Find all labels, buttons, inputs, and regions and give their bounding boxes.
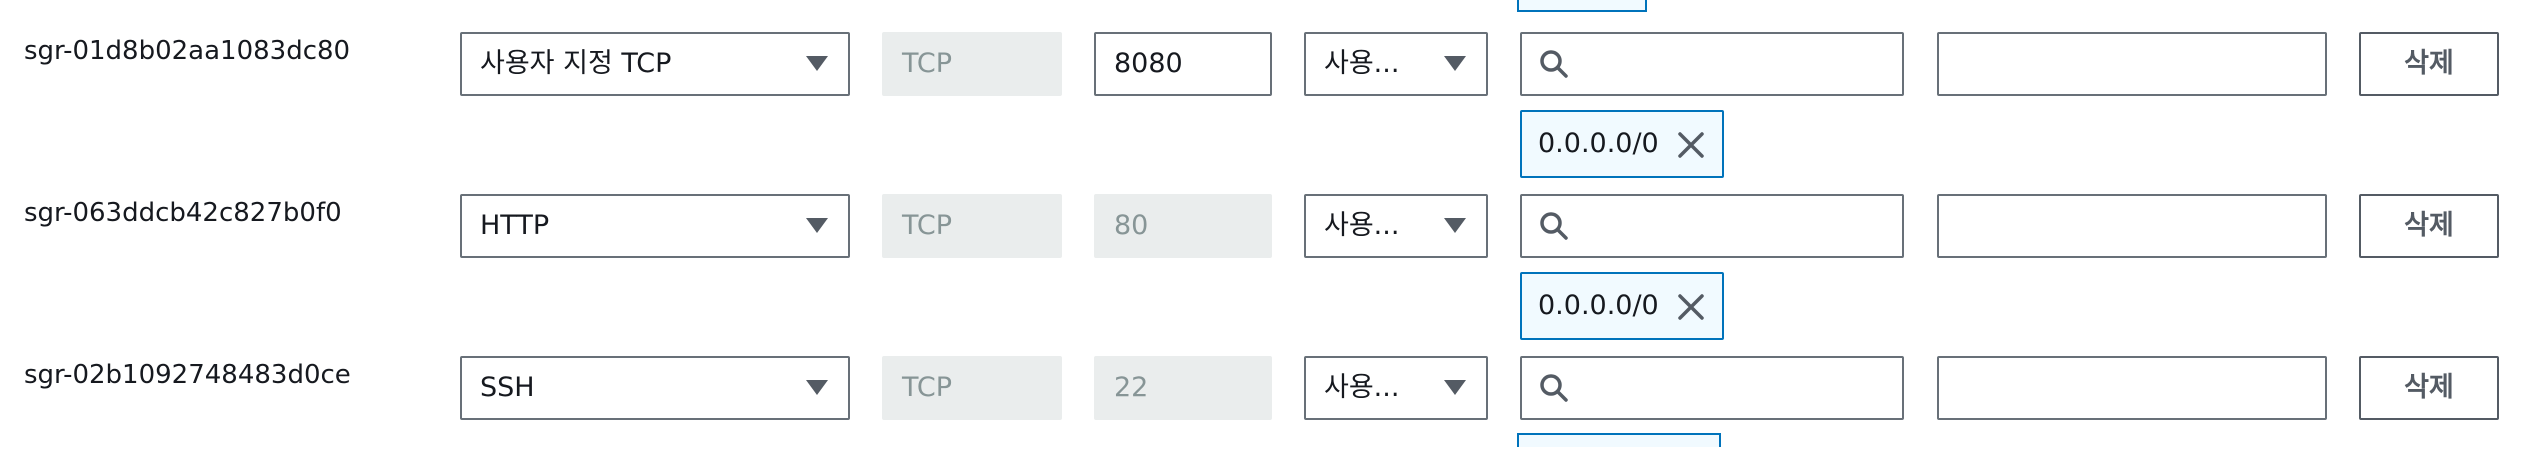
cidr-token-label: 0.0.0.0/0 [1538,290,1659,321]
source-search-input[interactable] [1520,32,1904,96]
delete-button[interactable]: 삭제 [2359,194,2499,258]
type-select[interactable]: 사용자 지정 TCP [460,32,850,96]
cidr-token: 0.0.0.0/0 [1520,110,1724,178]
search-icon [1540,212,1568,240]
source-type-select[interactable]: 사용... [1304,194,1488,258]
delete-button[interactable]: 삭제 [2359,32,2499,96]
type-select-value: SSH [480,372,535,403]
type-select-value: 사용자 지정 TCP [480,48,672,79]
description-input[interactable] [1937,32,2327,96]
delete-button[interactable]: 삭제 [2359,356,2499,420]
source-type-value: 사용... [1324,210,1400,241]
source-type-select[interactable]: 사용... [1304,32,1488,96]
type-select[interactable]: SSH [460,356,850,420]
description-input[interactable] [1937,356,2327,420]
port-range-input[interactable]: 8080 [1094,32,1272,96]
source-search-input[interactable] [1520,194,1904,258]
cidr-token: 0.0.0.0/0 [1520,272,1724,340]
source-search-input[interactable] [1520,356,1904,420]
rule-id: sgr-063ddcb42c827b0f0 [24,198,342,228]
rule-id: sgr-02b1092748483d0ce [24,360,351,390]
search-icon [1540,374,1568,402]
caret-down-icon [1444,218,1466,233]
caret-down-icon [806,218,828,233]
caret-down-icon [806,380,828,395]
type-select[interactable]: HTTP [460,194,850,258]
source-type-value: 사용... [1324,372,1400,403]
inbound-rule-row: sgr-063ddcb42c827b0f0 HTTP TCP 80 사용... … [0,194,2532,340]
caret-down-icon [1444,56,1466,71]
close-icon[interactable] [1676,292,1706,322]
inbound-rule-row: sgr-02b1092748483d0ce SSH TCP 22 사용... 삭… [0,356,2532,462]
search-icon [1540,50,1568,78]
port-range-input: 22 [1094,356,1272,420]
protocol-field: TCP [882,32,1062,96]
source-type-select[interactable]: 사용... [1304,356,1488,420]
description-input[interactable] [1937,194,2327,258]
protocol-field: TCP [882,356,1062,420]
type-select-value: HTTP [480,210,550,241]
inbound-rule-row: sgr-01d8b02aa1083dc80 사용자 지정 TCP TCP 808… [0,32,2532,178]
cidr-token-label: 0.0.0.0/0 [1538,128,1659,159]
caret-down-icon [1444,380,1466,395]
rule-id: sgr-01d8b02aa1083dc80 [24,36,351,66]
cidr-token-partial [1517,0,1647,12]
source-type-value: 사용... [1324,48,1400,79]
caret-down-icon [806,56,828,71]
close-icon[interactable] [1676,130,1706,160]
port-range-input: 80 [1094,194,1272,258]
protocol-field: TCP [882,194,1062,258]
